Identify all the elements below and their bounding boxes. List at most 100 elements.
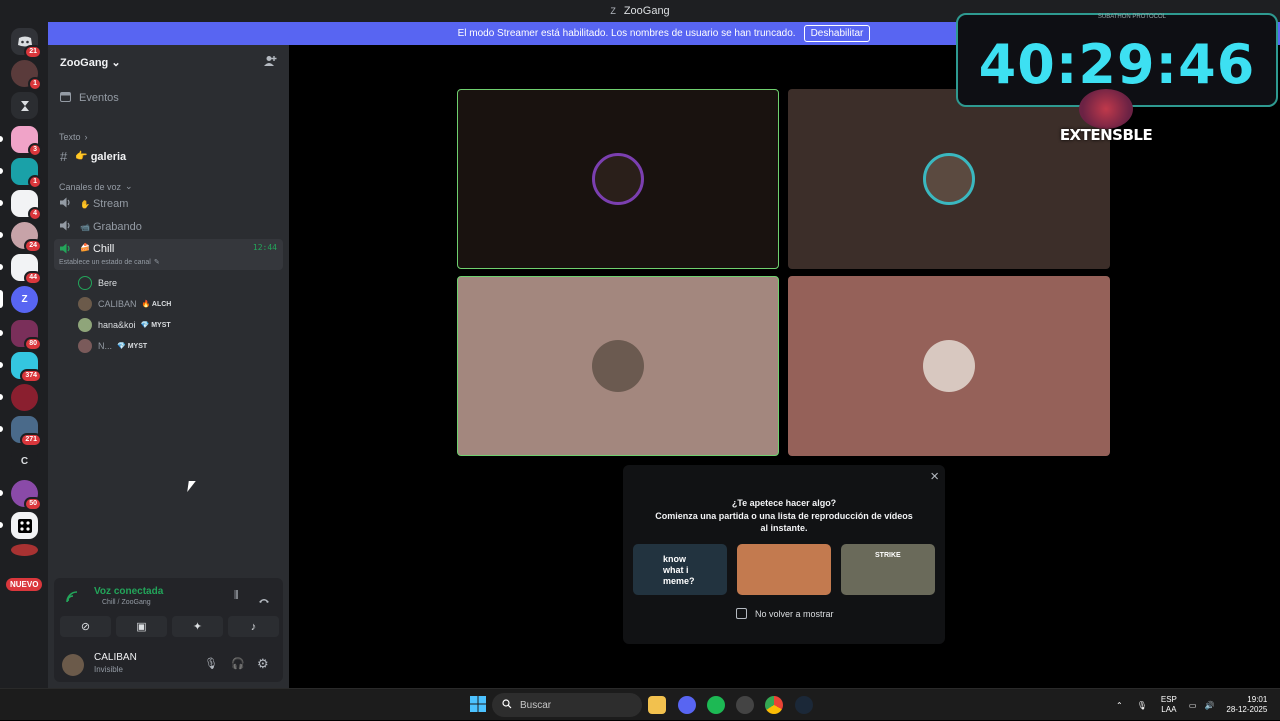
server-label: C bbox=[20, 456, 29, 467]
participant-tile[interactable] bbox=[788, 276, 1110, 456]
server-icon[interactable] bbox=[11, 544, 38, 556]
headphones-icon[interactable]: 🎧 bbox=[231, 657, 245, 670]
chevron-right-icon: › bbox=[84, 132, 88, 142]
user-name[interactable]: CALIBAN bbox=[94, 652, 137, 663]
server-icon[interactable]: 24 bbox=[0, 222, 42, 253]
checkbox[interactable] bbox=[736, 608, 747, 619]
unread-badge: 1 bbox=[28, 175, 42, 189]
microphone-tray-icon[interactable]: 🎙 bbox=[1137, 701, 1147, 710]
activity-card-game[interactable] bbox=[737, 544, 831, 595]
settings-gear-icon[interactable]: ⚙ bbox=[257, 656, 269, 672]
server-icon[interactable]: 3 bbox=[0, 126, 42, 157]
guild-tag-label: MYST bbox=[127, 343, 148, 350]
member-name: N... bbox=[98, 341, 113, 351]
chrome-icon[interactable] bbox=[765, 696, 783, 714]
voice-member[interactable]: hana&koi 💎 MYST bbox=[78, 318, 171, 332]
soundboard-button[interactable]: ♪ bbox=[228, 616, 279, 637]
windows-start-icon[interactable] bbox=[470, 696, 488, 714]
member-name: CALIBAN bbox=[98, 299, 137, 309]
text-category-label: Texto bbox=[59, 132, 81, 142]
server-icon[interactable]: 374 bbox=[0, 352, 42, 383]
server-icon[interactable] bbox=[0, 384, 38, 411]
disable-streamer-button[interactable]: Deshabilitar bbox=[803, 25, 871, 42]
server-icon[interactable]: 271 bbox=[0, 416, 42, 447]
channel-galeria[interactable]: # 👉 galeria bbox=[54, 149, 283, 164]
clock[interactable]: 19:01 28-12-2025 bbox=[1226, 695, 1267, 715]
hand-icon: ✋ bbox=[80, 199, 90, 209]
events-item[interactable]: Eventos bbox=[54, 91, 283, 105]
close-icon[interactable]: × bbox=[930, 468, 939, 485]
hourglass-icon[interactable] bbox=[11, 92, 38, 119]
file-explorer-icon[interactable] bbox=[648, 696, 666, 714]
voice-member[interactable]: N... 💎 MYST bbox=[78, 339, 147, 353]
participant-avatar bbox=[923, 340, 975, 392]
discord-taskbar-icon[interactable] bbox=[678, 696, 696, 714]
unread-indicator bbox=[0, 522, 3, 528]
speaker-icon bbox=[60, 220, 72, 234]
voice-panel: Voz conectada Chill / ZooGang ⫼ ⊘ ▣ ✦ ♪ … bbox=[54, 578, 283, 682]
voice-channel-grabando[interactable]: 📹 Grabando bbox=[54, 220, 283, 234]
server-icon[interactable] bbox=[0, 512, 38, 539]
activity-card-know-what-i-meme[interactable]: know what i meme? bbox=[633, 544, 727, 595]
banner-text: El modo Streamer está habilitado. Los no… bbox=[457, 28, 796, 39]
brand-logo: EXTENSBLE bbox=[1060, 89, 1153, 159]
user-avatar[interactable] bbox=[62, 654, 84, 676]
server-icon[interactable]: 1 bbox=[0, 158, 42, 189]
guild-tag-label: MYST bbox=[151, 322, 171, 329]
voice-member[interactable]: CALIBAN 🔥 ALCH bbox=[78, 297, 171, 311]
invite-people-icon[interactable] bbox=[264, 55, 277, 70]
unread-badge: 374 bbox=[20, 369, 42, 383]
steam-icon[interactable] bbox=[795, 696, 813, 714]
network-icon[interactable]: ▭ bbox=[1189, 701, 1197, 710]
participant-tile[interactable] bbox=[457, 276, 779, 456]
server-icon[interactable]: 1 bbox=[11, 60, 42, 91]
events-label: Eventos bbox=[79, 92, 119, 104]
guild-header[interactable]: ZooGang ⌄ bbox=[48, 45, 289, 79]
spotify-icon[interactable] bbox=[707, 696, 725, 714]
speaker-icon bbox=[60, 197, 72, 211]
camera-off-button[interactable]: ⊘ bbox=[60, 616, 111, 637]
direct-messages-icon[interactable]: 21 bbox=[11, 28, 42, 59]
server-icon[interactable]: 44 bbox=[0, 254, 42, 285]
checkbox-label: No volver a mostrar bbox=[755, 608, 834, 619]
popup-subtitle: Comienza una partida o una lista de repr… bbox=[655, 511, 913, 533]
voice-status[interactable]: Voz conectada bbox=[94, 586, 163, 597]
chevron-down-icon: ⌄ bbox=[111, 56, 121, 69]
voice-category[interactable]: Canales de voz ⌄ bbox=[59, 181, 283, 192]
activity-card-strike[interactable]: STRIKE bbox=[841, 544, 935, 595]
member-name: Bere bbox=[98, 278, 118, 288]
voice-location[interactable]: Chill / ZooGang bbox=[102, 599, 151, 606]
server-icon[interactable]: 4 bbox=[0, 190, 42, 221]
server-icon[interactable]: 80 bbox=[0, 320, 42, 351]
language-indicator[interactable]: ESP LAA bbox=[1161, 695, 1177, 715]
clock-date: 28-12-2025 bbox=[1226, 705, 1268, 714]
camera-off-icon: ⊘ bbox=[80, 621, 91, 633]
screen-share-button[interactable]: ▣ bbox=[116, 616, 167, 637]
volume-icon[interactable]: 🔊 bbox=[1204, 701, 1214, 710]
server-icon[interactable]: C bbox=[11, 448, 38, 475]
dont-show-again[interactable]: No volver a mostrar bbox=[736, 608, 834, 619]
text-category[interactable]: Texto › bbox=[59, 132, 283, 142]
system-tray: ⌃ 🎙 ESP LAA ▭ 🔊 19:01 28-12-2025 bbox=[1116, 689, 1267, 721]
activities-button[interactable]: ✦ bbox=[172, 616, 223, 637]
participant-tile[interactable] bbox=[457, 89, 779, 269]
camera-emoji-icon: 📹 bbox=[80, 222, 90, 232]
app-icon[interactable] bbox=[736, 696, 754, 714]
channel-galeria-label: galeria bbox=[90, 150, 127, 163]
avatar bbox=[78, 276, 92, 290]
server-icon[interactable]: 50 bbox=[0, 480, 42, 511]
unread-indicator bbox=[0, 168, 3, 174]
channel-status-setter[interactable]: Establece un estado de canal ✎ bbox=[59, 258, 283, 267]
voice-channel-stream[interactable]: ✋ Stream bbox=[54, 197, 283, 211]
microphone-icon[interactable]: 🎙 bbox=[204, 657, 218, 670]
unread-indicator bbox=[0, 330, 3, 336]
voice-member[interactable]: Bere bbox=[78, 276, 117, 290]
taskbar-search[interactable]: Buscar bbox=[492, 693, 642, 717]
disconnect-icon[interactable] bbox=[258, 591, 270, 609]
guild-tag-badge: 💎 MYST bbox=[117, 343, 148, 350]
server-zoogang[interactable]: Z bbox=[0, 286, 38, 313]
chevron-up-icon[interactable]: ⌃ bbox=[1116, 701, 1123, 710]
voice-channel-chill-label: Chill bbox=[92, 243, 115, 255]
server-rail: 21 1 3 1 4 24 44 Z 80 374 271 C 50 NUEVO bbox=[0, 22, 48, 688]
noise-suppression-icon[interactable]: ⫼ bbox=[234, 590, 239, 601]
